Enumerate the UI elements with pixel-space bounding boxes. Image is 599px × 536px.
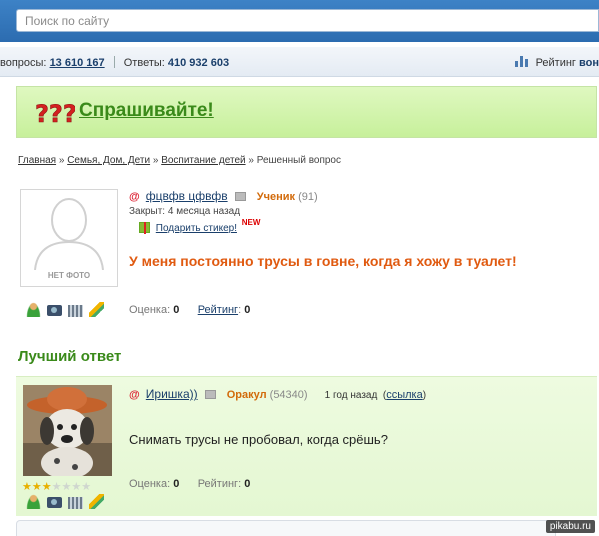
answers-count: 410 932 603 <box>167 57 230 69</box>
question-author-link[interactable]: фцвфв цфвфв <box>146 189 228 203</box>
gift-sticker-link[interactable]: Подарить стикер! <box>156 223 237 234</box>
search-box[interactable] <box>16 9 599 32</box>
search-input[interactable] <box>17 10 598 31</box>
star-filled-icon: ★ <box>41 481 52 493</box>
question-author-rank: Ученик <box>256 191 295 203</box>
best-answer-heading: Лучший ответ <box>18 348 122 365</box>
ask-banner: ??? Спрашивайте! <box>16 86 597 138</box>
watermark: pikabu.ru <box>545 520 595 533</box>
star-filled-icon: ★ <box>31 481 42 493</box>
answer-score: Оценка: 0 Рейтинг: 0 <box>129 478 250 490</box>
answer-author-line: @ Иришка)) Оракул (54340) 1 год назад (с… <box>129 387 426 401</box>
user-at-icon: @ <box>129 191 140 203</box>
score-label: Оценка: <box>129 304 171 316</box>
questions-count-link[interactable]: 13 610 167 <box>50 57 105 69</box>
answer-author-rank: Оракул <box>226 389 267 401</box>
rating-value: 0 <box>244 478 251 490</box>
rating-colon: : <box>238 304 242 316</box>
breadcrumb-family[interactable]: Семья, Дом, Дети <box>67 155 150 166</box>
question-author-avatar[interactable]: НЕТ ФОТО <box>20 189 118 287</box>
score-value: 0 <box>173 304 180 316</box>
avatar-photo <box>23 385 112 476</box>
video-icon[interactable] <box>68 496 84 509</box>
camera-icon[interactable] <box>47 305 63 316</box>
gift-icon <box>139 222 150 234</box>
breadcrumb-parenting[interactable]: Воспитание детей <box>161 155 245 166</box>
message-icon[interactable] <box>234 192 246 201</box>
rating-nav-label: Рейтинг <box>535 57 576 69</box>
question-score: Оценка: 0 Рейтинг: 0 <box>129 304 250 316</box>
message-icon[interactable] <box>204 390 216 399</box>
rating-nav-tail: вон <box>579 57 599 69</box>
answer-author-points: (54340) <box>269 389 308 401</box>
answer-time: 1 год назад (ссылка) <box>324 389 427 401</box>
pencil-icon[interactable] <box>89 302 105 317</box>
answer-time-ago: 1 год назад <box>324 390 378 401</box>
silhouette-icon <box>34 198 104 271</box>
rating-value: 0 <box>244 304 251 316</box>
breadcrumb-separator: » <box>152 155 159 166</box>
star-filled-icon: ★ <box>22 481 32 493</box>
breadcrumb-separator: » <box>248 155 254 166</box>
user-at-icon: @ <box>129 389 140 401</box>
score-label: Оценка: <box>129 478 171 490</box>
new-badge: NEW <box>241 218 261 227</box>
answer-text: Снимать трусы не пробовал, когда срёшь? <box>129 432 388 447</box>
ask-question-link[interactable]: Спрашивайте! <box>79 100 214 122</box>
best-answer-block: ★★★★★★★ @ Иришка)) Оракул (54340) 1 год … <box>16 376 597 516</box>
svg-text:???: ??? <box>35 100 75 127</box>
next-section-edge <box>16 520 556 536</box>
camera-icon[interactable] <box>47 497 63 508</box>
stats-divider <box>113 56 115 68</box>
answers-label: Ответы: <box>123 57 165 69</box>
questions-label: вопросы: <box>0 57 47 69</box>
question-block: НЕТ ФОТО @ фцвфв цфвфв Ученик (91) Закры… <box>16 185 599 330</box>
video-icon[interactable] <box>68 304 84 317</box>
pencil-icon[interactable] <box>89 494 105 509</box>
breadcrumb: Главная » Семья, Дом, Дети » Воспитание … <box>18 155 341 166</box>
question-marks-icon: ??? <box>35 100 75 127</box>
answer-permalink[interactable]: ссылка <box>386 389 423 401</box>
star-empty-icon: ★ <box>81 481 92 493</box>
answer-author-stars: ★★★★★★★ <box>22 480 91 493</box>
question-rating-link[interactable]: Рейтинг <box>198 304 238 316</box>
bar-chart-icon <box>514 56 529 67</box>
site-stats: вопросы: 13 610 167 Ответы: 410 932 603 <box>0 56 229 69</box>
star-empty-icon: ★ <box>61 481 72 493</box>
question-title: У меня постоянно трусы в говне, когда я … <box>129 253 517 269</box>
user-icon[interactable] <box>26 302 41 317</box>
stats-bar: вопросы: 13 610 167 Ответы: 410 932 603 … <box>0 47 599 77</box>
star-empty-icon: ★ <box>71 481 82 493</box>
score-value: 0 <box>173 478 180 490</box>
question-action-icons <box>26 302 107 317</box>
breadcrumb-separator: » <box>58 155 65 166</box>
answer-action-icons <box>26 494 107 509</box>
answer-author-link[interactable]: Иришка)) <box>146 387 198 401</box>
question-author-line: @ фцвфв цфвфв Ученик (91) <box>129 189 318 203</box>
breadcrumb-current: Решенный вопрос <box>256 155 341 166</box>
top-header <box>0 0 599 42</box>
question-author-points: (91) <box>298 191 318 203</box>
answer-author-avatar[interactable] <box>23 385 112 476</box>
breadcrumb-home[interactable]: Главная <box>18 155 56 166</box>
user-icon[interactable] <box>26 494 41 509</box>
gift-sticker: Подарить стикер! NEW <box>139 218 260 234</box>
rating-nav-link[interactable]: Рейтинг вон <box>514 56 599 69</box>
question-closed-time: Закрыт: 4 месяца назад <box>129 206 241 217</box>
rating-label: Рейтинг: <box>197 478 242 490</box>
no-photo-label: НЕТ ФОТО <box>47 271 91 280</box>
star-empty-icon: ★ <box>51 481 62 493</box>
